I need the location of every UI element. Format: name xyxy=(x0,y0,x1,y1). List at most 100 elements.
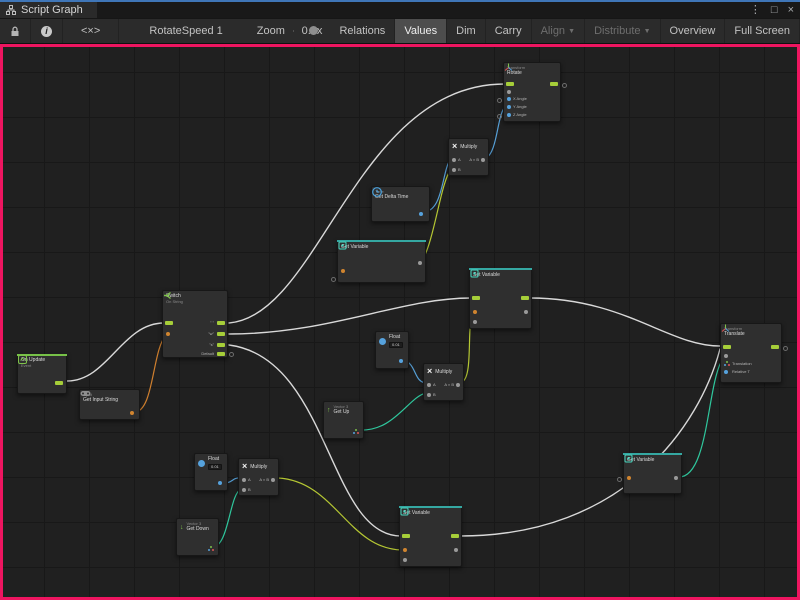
name-port[interactable] xyxy=(341,269,345,273)
node-get-variable-mid[interactable]: Get Variable xyxy=(337,240,426,283)
graph-toolbar: i <×> RotateSpeed 1 Zoom 0.4x Relations … xyxy=(0,18,800,44)
value-out-port[interactable] xyxy=(674,476,678,480)
distribute-dropdown[interactable]: Distribute ▼ xyxy=(585,19,660,43)
node-on-update[interactable]: On Update Event xyxy=(17,354,67,394)
node-multiply-top[interactable]: × Multiply A A × B B xyxy=(448,138,489,176)
value-out-port[interactable] xyxy=(454,548,458,552)
node-set-variable-bottom[interactable]: Set Variable xyxy=(399,506,462,567)
multiply-icon: × xyxy=(452,142,457,151)
variable-icon xyxy=(400,507,409,516)
zoom-label: Zoom xyxy=(257,25,285,37)
dim-button[interactable]: Dim xyxy=(447,19,486,43)
target-port[interactable] xyxy=(507,90,511,94)
x-angle-port[interactable] xyxy=(507,97,511,101)
align-dropdown[interactable]: Align ▼ xyxy=(532,19,585,43)
default-out-port[interactable] xyxy=(217,352,225,356)
node-multiply-mid[interactable]: × Multiply A A × B B xyxy=(423,363,464,401)
zoom-slider-handle[interactable] xyxy=(309,26,318,35)
node-get-variable-right[interactable]: Get Variable xyxy=(623,453,682,494)
insert-unit-button[interactable]: <×> xyxy=(63,19,119,43)
float-out-port[interactable] xyxy=(218,481,222,485)
carry-button[interactable]: Carry xyxy=(486,19,532,43)
node-title: Get Down xyxy=(187,527,209,533)
relative-to-port[interactable] xyxy=(724,370,728,374)
flow-in-port[interactable] xyxy=(402,534,410,538)
input-b-port[interactable] xyxy=(452,168,456,172)
flow-out-port[interactable] xyxy=(451,534,459,538)
case-out-port[interactable] xyxy=(217,343,225,347)
case-out-port[interactable] xyxy=(217,332,225,336)
flow-out-port[interactable] xyxy=(550,82,558,86)
output-port[interactable] xyxy=(481,158,485,162)
float-value-field[interactable]: 0.01 xyxy=(389,342,403,349)
float-out-port[interactable] xyxy=(399,359,403,363)
float-value-field[interactable]: 0.01 xyxy=(208,464,222,471)
breadcrumb[interactable]: RotateSpeed 1 xyxy=(149,25,222,37)
node-vector3-get-down[interactable]: ↓ Vector 3 Get Down xyxy=(176,518,219,556)
chevron-down-icon: ▼ xyxy=(644,28,651,35)
node-translate[interactable]: Transform Translate Translation Relative… xyxy=(720,323,782,383)
vector3-out-port[interactable] xyxy=(353,429,359,435)
y-angle-port[interactable] xyxy=(507,105,511,109)
name-port[interactable] xyxy=(627,476,631,480)
flow-in-port[interactable] xyxy=(506,82,514,86)
node-rotate[interactable]: Transform Rotate X Angle Y Angle Z Angle xyxy=(503,62,561,122)
input-a-port[interactable] xyxy=(242,478,246,482)
flow-out-port[interactable] xyxy=(521,296,529,300)
name-port[interactable] xyxy=(473,310,477,314)
flow-in-port[interactable] xyxy=(472,296,480,300)
output-label: A × B xyxy=(469,157,479,162)
node-set-variable-mid[interactable]: Set Variable xyxy=(469,268,532,329)
case-label: "s" xyxy=(209,342,214,347)
input-a-port[interactable] xyxy=(427,383,431,387)
input-b-label: B xyxy=(458,167,461,172)
z-angle-port[interactable] xyxy=(507,113,511,117)
value-in-port[interactable] xyxy=(473,320,477,324)
node-get-delta-time[interactable]: Time Get Delta Time xyxy=(371,186,430,222)
transform-icon xyxy=(504,63,513,72)
target-port[interactable] xyxy=(724,354,728,358)
value-in-port[interactable] xyxy=(403,558,407,562)
flow-in-port[interactable] xyxy=(165,321,173,325)
fullscreen-button[interactable]: Full Screen xyxy=(725,19,800,43)
node-vector3-get-up[interactable]: ↑ Vector 3 Get Up xyxy=(323,401,364,439)
overview-button[interactable]: Overview xyxy=(661,19,726,43)
vector3-out-port[interactable] xyxy=(208,546,214,552)
inspect-button[interactable]: i xyxy=(31,19,63,43)
value-out-port[interactable] xyxy=(524,310,528,314)
lock-button[interactable] xyxy=(0,19,31,43)
case-out-port[interactable] xyxy=(217,321,225,325)
output-port[interactable] xyxy=(271,478,275,482)
output-port[interactable] xyxy=(456,383,460,387)
float-out-port[interactable] xyxy=(419,212,423,216)
window-menu-icon[interactable]: ⋮ xyxy=(750,5,761,16)
node-float-bottom[interactable]: Float 0.01 xyxy=(194,453,228,491)
translation-port[interactable] xyxy=(724,361,730,367)
flow-in-port[interactable] xyxy=(723,345,731,349)
node-get-input-string[interactable]: Input Get Input String xyxy=(79,389,140,420)
unconnected-port-dot xyxy=(497,98,502,103)
values-button[interactable]: Values xyxy=(395,19,447,43)
string-out-port[interactable] xyxy=(130,411,134,415)
input-a-port[interactable] xyxy=(452,158,456,162)
input-a-label: A xyxy=(248,477,251,482)
name-port[interactable] xyxy=(403,548,407,552)
zoom-slider[interactable] xyxy=(293,30,294,32)
output-label: A × B xyxy=(444,382,454,387)
variable-icon xyxy=(624,454,633,463)
node-float-mid[interactable]: Float 0.01 xyxy=(375,331,409,369)
input-b-port[interactable] xyxy=(427,393,431,397)
unconnected-port-dot xyxy=(562,83,567,88)
input-b-label: B xyxy=(433,392,436,397)
maximize-icon[interactable]: □ xyxy=(771,5,778,16)
node-multiply-bottom[interactable]: × Multiply A A × B B xyxy=(238,458,279,496)
flow-out-port[interactable] xyxy=(771,345,779,349)
input-b-port[interactable] xyxy=(242,488,246,492)
tab-script-graph[interactable]: Script Graph xyxy=(0,2,97,18)
close-icon[interactable]: × xyxy=(788,5,794,16)
selector-port[interactable] xyxy=(166,332,170,336)
node-switch-on-string[interactable]: Switch On String " " "w" "s" Default xyxy=(162,290,228,358)
relations-button[interactable]: Relations xyxy=(330,19,395,43)
flow-out-port[interactable] xyxy=(55,381,63,385)
value-out-port[interactable] xyxy=(418,261,422,265)
